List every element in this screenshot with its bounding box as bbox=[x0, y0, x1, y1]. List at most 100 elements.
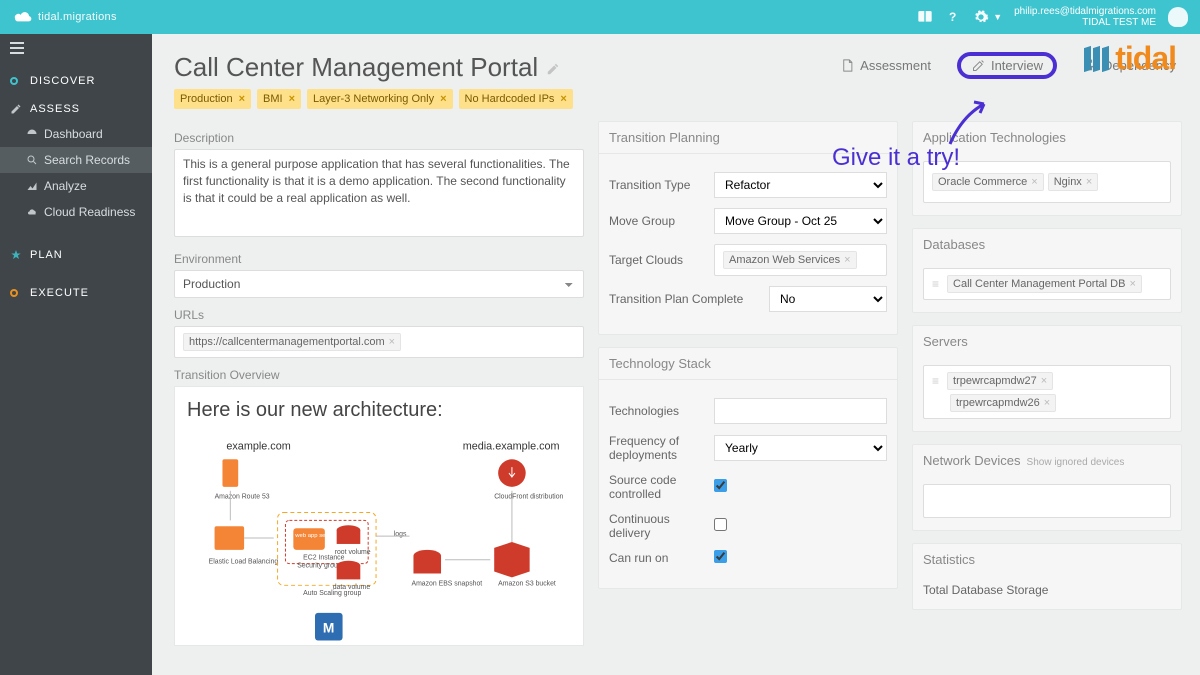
chip-remove-icon[interactable]: × bbox=[1086, 176, 1092, 188]
description-label: Description bbox=[174, 131, 584, 145]
nav-section-discover[interactable]: DISCOVER bbox=[0, 65, 152, 93]
arch-title: Here is our new architecture: bbox=[187, 399, 571, 422]
server-chip[interactable]: trpewrcapmdw27× bbox=[947, 372, 1053, 390]
nav-section-assess[interactable]: ASSESS bbox=[0, 93, 152, 121]
nav-item-dashboard[interactable]: Dashboard bbox=[0, 121, 152, 147]
tab-interview[interactable]: Interview bbox=[957, 52, 1057, 79]
network-input[interactable] bbox=[923, 484, 1171, 518]
nav-section-plan[interactable]: PLAN bbox=[0, 239, 152, 267]
panel-title: Databases bbox=[913, 229, 1181, 260]
panel-title: Technology Stack bbox=[599, 348, 897, 380]
tech-chip[interactable]: Nginx× bbox=[1048, 173, 1099, 191]
environment-select[interactable]: Production bbox=[174, 270, 584, 298]
chip-remove-icon[interactable]: × bbox=[1031, 176, 1037, 188]
db-chip[interactable]: Call Center Management Portal DB× bbox=[947, 275, 1142, 293]
nav-section-label: EXECUTE bbox=[30, 287, 89, 299]
edit-title-icon[interactable] bbox=[546, 62, 560, 76]
user-meta[interactable]: philip.rees@tidalmigrations.com TIDAL TE… bbox=[1014, 6, 1156, 28]
chip-remove-icon[interactable]: × bbox=[844, 254, 850, 266]
tag-remove-icon[interactable]: × bbox=[560, 93, 566, 105]
transition-type-select[interactable]: Refactor bbox=[714, 172, 887, 198]
architecture-diagram: Here is our new architecture: example.co… bbox=[174, 386, 584, 646]
technology-stack-panel: Technology Stack Technologies Frequency … bbox=[598, 347, 898, 589]
move-group-select[interactable]: Move Group - Oct 25 bbox=[714, 208, 887, 234]
brand-text: tidal.migrations bbox=[38, 11, 117, 23]
tag[interactable]: No Hardcoded IPs× bbox=[459, 89, 573, 109]
nav-item-cloud-readiness[interactable]: Cloud Readiness bbox=[0, 199, 152, 225]
chip-remove-icon[interactable]: × bbox=[1129, 278, 1135, 290]
target-clouds-input[interactable]: Amazon Web Services× bbox=[714, 244, 887, 276]
nav-section-execute[interactable]: EXECUTE bbox=[0, 277, 152, 305]
middle-column: Transition Planning Transition TypeRefac… bbox=[598, 121, 898, 646]
scc-label: Source code controlled bbox=[609, 473, 704, 502]
chart-icon bbox=[26, 180, 38, 192]
tag-remove-icon[interactable]: × bbox=[440, 93, 446, 105]
tag[interactable]: Production× bbox=[174, 89, 251, 109]
book-icon[interactable] bbox=[917, 9, 933, 25]
tab-assessment[interactable]: Assessment bbox=[832, 54, 939, 77]
stat-row: Total Database Storage bbox=[913, 575, 1181, 609]
user-email: philip.rees@tidalmigrations.com bbox=[1014, 6, 1156, 17]
chip-remove-icon[interactable]: × bbox=[389, 336, 395, 348]
frequency-select[interactable]: Yearly bbox=[714, 435, 887, 461]
sidebar: DISCOVER ASSESS Dashboard Search Records… bbox=[0, 34, 152, 675]
app-tech-input[interactable]: Oracle Commerce× Nginx× bbox=[923, 161, 1171, 203]
environment-label: Environment bbox=[174, 252, 584, 266]
gear-caret-icon[interactable]: ▼ bbox=[993, 12, 1002, 22]
left-column: Description This is a general purpose ap… bbox=[174, 121, 584, 646]
nav-item-label: Search Records bbox=[44, 153, 130, 167]
statistics-panel: Statistics Total Database Storage bbox=[912, 543, 1182, 610]
svg-text:Amazon Route 53: Amazon Route 53 bbox=[215, 494, 270, 501]
chip-remove-icon[interactable]: × bbox=[1044, 397, 1050, 409]
tag[interactable]: BMI× bbox=[257, 89, 301, 109]
tab-label: Assessment bbox=[860, 58, 931, 73]
svg-text:root volume: root volume bbox=[335, 549, 371, 556]
panel-title: Network DevicesShow ignored devices bbox=[913, 445, 1181, 476]
plan-complete-label: Transition Plan Complete bbox=[609, 292, 759, 306]
svg-text:media.example.com: media.example.com bbox=[463, 440, 560, 452]
technologies-input[interactable] bbox=[714, 398, 887, 424]
databases-input[interactable]: ≡ Call Center Management Portal DB× bbox=[923, 268, 1171, 300]
page-title: Call Center Management Portal bbox=[174, 52, 538, 83]
annotation-text: Give it a try! bbox=[832, 144, 960, 171]
svg-text:CloudFront distribution: CloudFront distribution bbox=[494, 494, 563, 501]
help-icon[interactable]: ? bbox=[945, 9, 961, 25]
tidal-watermark-logo: tidal bbox=[1084, 40, 1176, 77]
plan-complete-select[interactable]: No bbox=[769, 286, 887, 312]
svg-text:example.com: example.com bbox=[226, 440, 290, 452]
cd-checkbox[interactable] bbox=[714, 518, 727, 531]
tech-chip[interactable]: Oracle Commerce× bbox=[932, 173, 1044, 191]
brand-cloud-icon bbox=[12, 10, 34, 24]
nav-item-search-records[interactable]: Search Records bbox=[0, 147, 152, 173]
nav-item-label: Analyze bbox=[44, 179, 87, 193]
urls-label: URLs bbox=[174, 308, 584, 322]
logo-text: tidal bbox=[1115, 40, 1176, 77]
description-input[interactable]: This is a general purpose application th… bbox=[174, 149, 584, 237]
menu-toggle-icon[interactable] bbox=[0, 34, 152, 65]
arch-svg: example.com media.example.com Amazon Rou… bbox=[187, 436, 571, 646]
cloud-chip[interactable]: Amazon Web Services× bbox=[723, 251, 857, 269]
container-checkbox[interactable] bbox=[714, 550, 727, 563]
pencil-icon bbox=[10, 103, 22, 115]
dashboard-icon bbox=[26, 128, 38, 140]
gear-icon[interactable] bbox=[973, 9, 989, 25]
nav-item-analyze[interactable]: Analyze bbox=[0, 173, 152, 199]
databases-panel: Databases ≡ Call Center Management Porta… bbox=[912, 228, 1182, 313]
transition-type-label: Transition Type bbox=[609, 178, 704, 192]
scc-checkbox[interactable] bbox=[714, 479, 727, 492]
move-group-label: Move Group bbox=[609, 214, 704, 228]
show-ignored-link[interactable]: Show ignored devices bbox=[1027, 457, 1125, 468]
tag[interactable]: Layer-3 Networking Only× bbox=[307, 89, 453, 109]
url-chip[interactable]: https://callcentermanagementportal.com× bbox=[183, 333, 401, 351]
tag-remove-icon[interactable]: × bbox=[289, 93, 295, 105]
nav-section-label: ASSESS bbox=[30, 103, 80, 115]
avatar-icon[interactable] bbox=[1168, 7, 1188, 27]
tag-remove-icon[interactable]: × bbox=[239, 93, 245, 105]
urls-input[interactable]: https://callcentermanagementportal.com× bbox=[174, 326, 584, 358]
server-chip[interactable]: trpewrcapmdw26× bbox=[950, 394, 1056, 412]
svg-text:?: ? bbox=[949, 10, 956, 24]
chip-remove-icon[interactable]: × bbox=[1041, 375, 1047, 387]
annotation-arrow-icon bbox=[942, 98, 1002, 148]
right-column: Application Technologies Oracle Commerce… bbox=[912, 121, 1182, 646]
servers-input[interactable]: ≡ trpewrcapmdw27× trpewrcapmdw26× bbox=[923, 365, 1171, 419]
